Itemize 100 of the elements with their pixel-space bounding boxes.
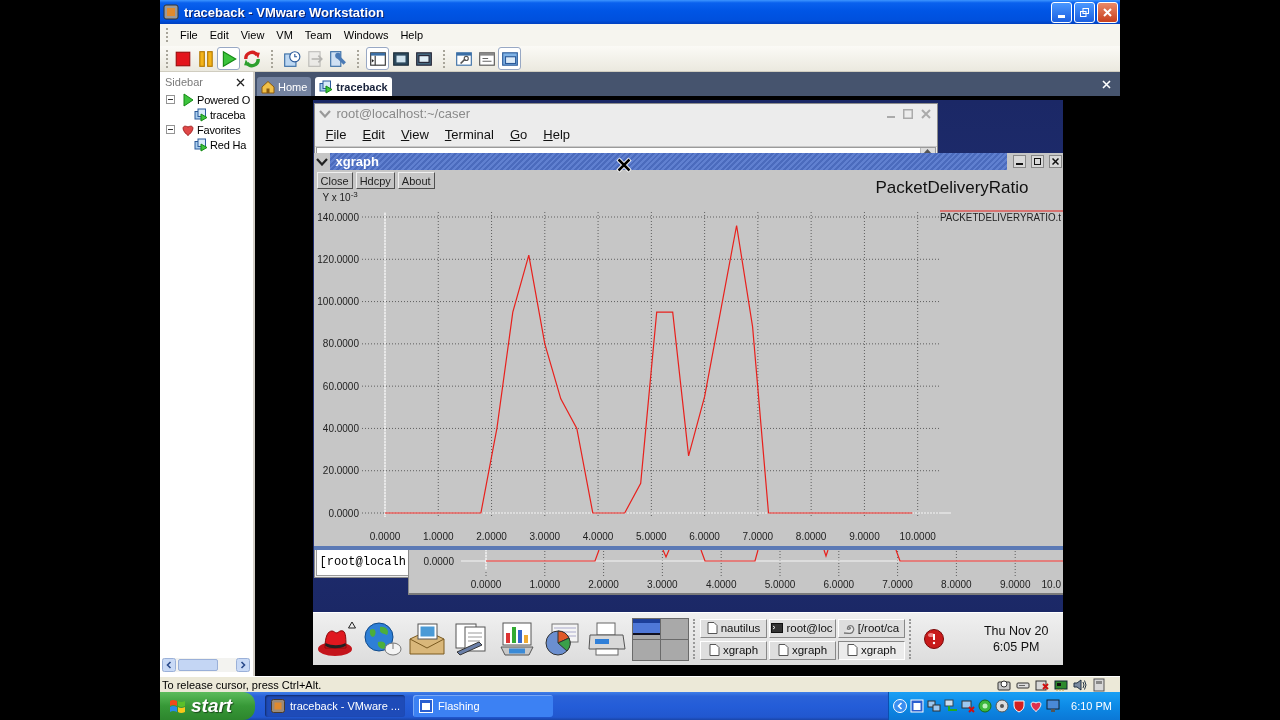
clock-time: 6:05 PM (991, 639, 1041, 655)
device-icon[interactable] (1092, 677, 1106, 692)
minimize-icon (1058, 14, 1065, 18)
console-button[interactable] (498, 47, 521, 70)
tick-label: 7.0000 (742, 531, 773, 542)
collapse-toggle[interactable] (166, 125, 175, 134)
task-button[interactable]: nautilus (699, 618, 767, 638)
document-wrench-icon (328, 49, 347, 68)
printer-icon[interactable] (586, 621, 627, 657)
task-button[interactable]: xgraph (699, 640, 767, 660)
minimize-button[interactable] (1012, 155, 1026, 168)
chevron-down-icon[interactable] (315, 157, 328, 166)
menu-item[interactable]: Help (543, 127, 571, 142)
envelope-photo-icon[interactable] (406, 621, 447, 657)
x-cursor-icon (615, 157, 632, 173)
workspace-cell[interactable] (660, 639, 688, 660)
tick-label: 100.0000 (316, 296, 359, 308)
tick-label: 2.0000 (587, 579, 619, 590)
menu-item[interactable]: Help (394, 29, 429, 41)
task-button[interactable]: xgraph (837, 640, 905, 660)
action-button[interactable]: Close (316, 172, 353, 189)
play-button[interactable] (217, 47, 240, 70)
action-button[interactable]: Hdcpy (355, 172, 395, 189)
tick-label: 5.0000 (764, 579, 795, 590)
close-icon[interactable] (236, 77, 245, 87)
window-frame-icon (414, 49, 433, 68)
globe-mouse-icon[interactable] (361, 621, 402, 657)
tab[interactable]: traceback (315, 77, 392, 96)
hat-icon[interactable] (316, 621, 357, 657)
action-button[interactable]: About (397, 172, 435, 189)
task-button[interactable]: [/root/ca (837, 618, 905, 638)
menu-item[interactable]: Team (298, 29, 338, 41)
speaker-icon[interactable] (1073, 677, 1087, 692)
workspace-cell[interactable] (632, 639, 660, 660)
restore-button[interactable] (1074, 1, 1095, 23)
menu-item[interactable]: View (234, 29, 271, 41)
task-button[interactable]: root@loc (768, 618, 836, 638)
menu-item[interactable]: Terminal (444, 127, 494, 142)
sidebar-title: Sidebar (165, 76, 203, 88)
tree-item[interactable]: Favorites (197, 123, 241, 136)
window-magnifier-icon (454, 49, 473, 68)
window-title: xgraph (335, 154, 379, 169)
tree-item[interactable]: Red Ha (210, 138, 247, 151)
sidebar-view-button[interactable] (366, 47, 389, 70)
close-button[interactable] (1048, 155, 1062, 168)
maximize-button[interactable] (1030, 155, 1044, 168)
start-button[interactable]: start (160, 692, 255, 720)
tick-label: 8.0000 (795, 531, 826, 542)
arrow-right-icon[interactable] (236, 658, 250, 672)
menu-item[interactable]: File (174, 29, 204, 41)
window-title: root@localhost:~/caser (336, 106, 470, 121)
tab[interactable]: Home (257, 77, 312, 96)
collapse-toggle[interactable] (166, 95, 175, 104)
taskbar-button[interactable]: traceback - VMware ... (265, 695, 405, 717)
terminal-icon (771, 622, 784, 634)
taskbar-button[interactable]: Flashing (413, 695, 553, 717)
scrollbar-thumb[interactable] (178, 659, 218, 671)
tick-label: 9.0000 (848, 531, 880, 542)
tick-label: 4.0000 (705, 579, 736, 590)
minimize-icon (1015, 163, 1023, 165)
menu-item[interactable]: Windows (337, 29, 395, 41)
network-card-icon[interactable] (1054, 677, 1068, 692)
menu-item[interactable]: View (400, 127, 429, 142)
legend-label: PACKETDELIVERYRATIO.t (939, 212, 1063, 223)
menu-item[interactable]: Edit (203, 29, 235, 41)
network-icon[interactable] (944, 699, 958, 713)
menu-item[interactable]: Edit (362, 127, 385, 142)
tick-label: 10.0 (1041, 579, 1061, 590)
task-button[interactable]: xgraph (768, 640, 836, 660)
window-icon[interactable] (910, 699, 924, 713)
chevron-left-icon[interactable] (893, 699, 907, 713)
menu-item[interactable]: Go (509, 127, 528, 142)
ring-icon[interactable] (978, 699, 992, 713)
page-icon (707, 644, 720, 656)
page-icon (705, 622, 718, 634)
flag-icon (169, 697, 186, 715)
disk-icon[interactable] (997, 677, 1011, 692)
computers-icon[interactable] (927, 699, 941, 713)
tick-label: 5.0000 (635, 531, 667, 542)
tick-label: 4.0000 (582, 531, 613, 542)
disc-icon[interactable] (995, 699, 1009, 713)
horizontal-scrollbar[interactable] (162, 658, 250, 672)
page-icon (776, 644, 789, 656)
alert-icon[interactable] (923, 629, 944, 649)
menu-item[interactable]: VM (270, 29, 299, 41)
workspace-cell[interactable] (660, 618, 688, 639)
arrow-left-icon[interactable] (162, 658, 176, 672)
tick-label: 140.0000 (316, 211, 359, 223)
tick-label: 2.0000 (475, 531, 507, 542)
tick-label: 60.0000 (322, 380, 359, 392)
computer-error-icon[interactable] (961, 699, 975, 713)
tree-item[interactable]: traceba (210, 108, 246, 121)
workspace-cell[interactable] (632, 618, 660, 639)
drive-error-icon[interactable] (1035, 677, 1049, 692)
tick-label: 7.0000 (881, 579, 913, 590)
menu-item[interactable]: File (325, 127, 347, 142)
tick-label: 8.0000 (940, 579, 972, 590)
shield-icon[interactable] (1012, 699, 1026, 713)
heart-icon[interactable] (1029, 699, 1043, 713)
tree-item[interactable]: Powered O (197, 93, 251, 106)
